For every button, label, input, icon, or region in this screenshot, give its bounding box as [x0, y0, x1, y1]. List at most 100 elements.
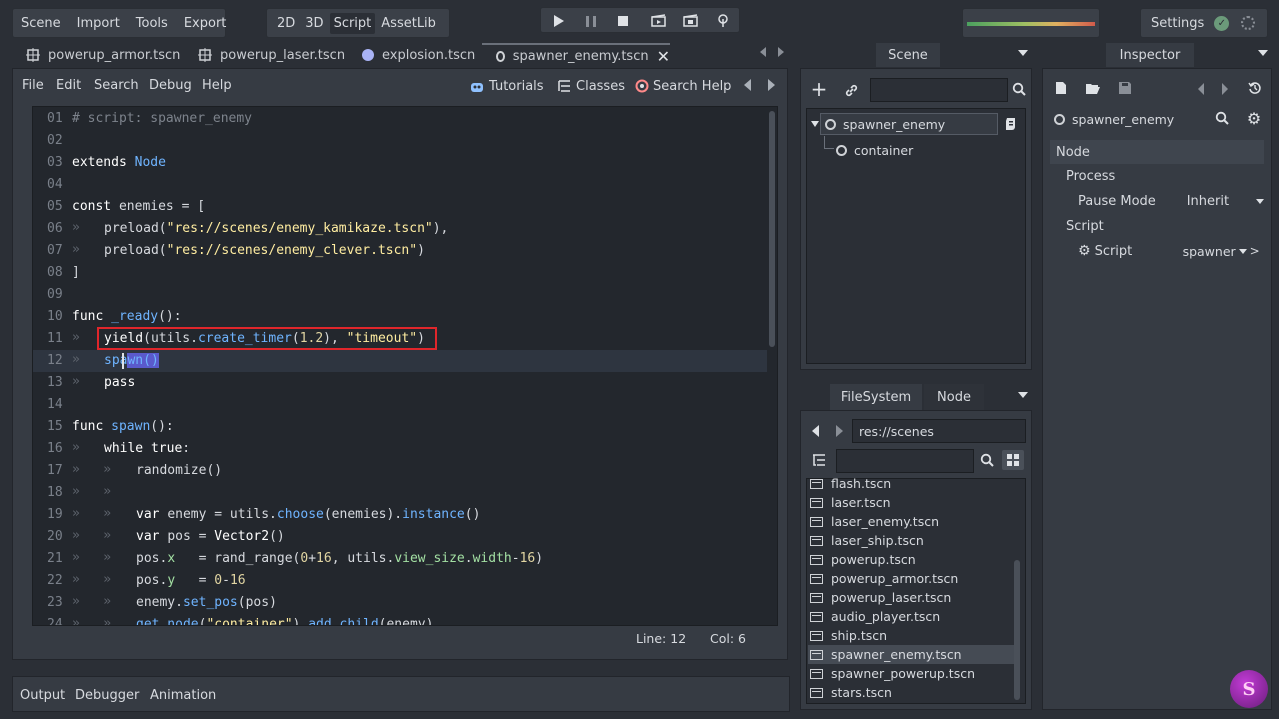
- script-menu-help[interactable]: Help: [202, 78, 232, 93]
- script-open-arrow-icon[interactable]: >: [1250, 244, 1260, 258]
- fs-file-item[interactable]: powerup.tscn: [808, 550, 1014, 569]
- history-icon[interactable]: [1248, 81, 1262, 95]
- indent-guide: »: [72, 242, 80, 257]
- spinner-icon: [1241, 16, 1256, 30]
- script-menu-file[interactable]: File: [22, 78, 44, 93]
- inspector-back-icon[interactable]: [1198, 83, 1204, 95]
- mode-3d[interactable]: 3D: [299, 16, 329, 31]
- script-menu-debug[interactable]: Debug: [149, 78, 192, 93]
- script-prev-icon[interactable]: [744, 79, 751, 91]
- fs-path-input[interactable]: res://scenes: [852, 419, 1026, 443]
- settings-button[interactable]: Settings: [1141, 16, 1210, 31]
- menu-import[interactable]: Import: [69, 16, 128, 31]
- play-scene-button[interactable]: [650, 13, 666, 28]
- grid-icon: [1007, 454, 1019, 466]
- inspector-tab[interactable]: Inspector: [1106, 43, 1194, 67]
- fs-forward-icon[interactable]: [836, 425, 843, 437]
- fs-file-item[interactable]: laser_enemy.tscn: [808, 512, 1014, 531]
- fs-tree-toggle-icon[interactable]: [812, 453, 826, 467]
- fs-file-item[interactable]: spawner_powerup.tscn: [808, 664, 1014, 683]
- scene-filter-input[interactable]: [870, 78, 1008, 102]
- inspector-group-script[interactable]: Script: [1050, 214, 1264, 238]
- fs-file-item[interactable]: powerup_laser.tscn: [808, 588, 1014, 607]
- inspector-search-icon[interactable]: [1215, 111, 1229, 125]
- fs-file-label: laser_enemy.tscn: [831, 514, 940, 529]
- indent-guide: » »: [72, 484, 112, 499]
- close-tab-icon[interactable]: ✕: [657, 47, 670, 66]
- inspector-menu-icon[interactable]: [1258, 50, 1268, 56]
- mode-2d[interactable]: 2D: [267, 16, 299, 31]
- tab-powerup-armor[interactable]: powerup_armor.tscn: [18, 43, 194, 67]
- tree-item-container[interactable]: container: [834, 140, 994, 160]
- script-menu-edit[interactable]: Edit: [56, 78, 81, 93]
- fs-file-item[interactable]: spawner_enemy.tscn: [808, 645, 1014, 664]
- play-button[interactable]: [551, 14, 567, 28]
- menu-tools[interactable]: Tools: [128, 16, 176, 31]
- fs-back-icon[interactable]: [812, 425, 819, 437]
- save-resource-button[interactable]: [1117, 80, 1132, 95]
- node-tab[interactable]: Node: [924, 384, 984, 410]
- menu-scene[interactable]: Scene: [13, 16, 69, 31]
- tree-item-label: spawner_enemy: [843, 116, 946, 132]
- deploy-button[interactable]: [715, 13, 731, 28]
- tab-explosion[interactable]: explosion.tscn: [358, 43, 478, 67]
- new-resource-button[interactable]: [1054, 80, 1068, 96]
- tutorials-button[interactable]: Tutorials: [470, 77, 544, 95]
- pause-mode-select[interactable]: Inherit: [1187, 194, 1246, 209]
- scene-dock-tab[interactable]: Scene: [876, 43, 940, 67]
- dropdown-arrow-icon[interactable]: [1256, 198, 1264, 204]
- add-node-button[interactable]: +: [810, 77, 828, 101]
- attached-script-icon[interactable]: [1004, 116, 1018, 132]
- code-scrollbar[interactable]: [769, 111, 775, 347]
- tree-collapse-icon[interactable]: [811, 121, 819, 127]
- fs-file-item[interactable]: laser.tscn: [808, 493, 1014, 512]
- fs-file-item[interactable]: laser_ship.tscn: [808, 531, 1014, 550]
- menu-export[interactable]: Export: [176, 16, 235, 31]
- fs-grid-view-button[interactable]: [1002, 450, 1024, 470]
- indent-guide: » »: [72, 506, 112, 521]
- bottom-animation-tab[interactable]: Animation: [150, 688, 216, 703]
- classes-button[interactable]: Classes: [558, 77, 625, 95]
- tree-item-spawner-enemy[interactable]: spawner_enemy: [820, 113, 998, 135]
- search-help-button[interactable]: Search Help: [635, 77, 731, 95]
- tab-scroll-left-icon[interactable]: [760, 47, 766, 57]
- filesystem-menu-icon[interactable]: [1018, 392, 1028, 398]
- pause-button[interactable]: [584, 14, 598, 28]
- inspector-group-process[interactable]: Process: [1050, 164, 1264, 188]
- script-dropdown-icon[interactable]: [1238, 248, 1247, 254]
- mode-script[interactable]: Script: [329, 12, 376, 34]
- code-line-23: enemy.set_pos(pos): [136, 595, 277, 610]
- fs-file-item[interactable]: ship.tscn: [808, 626, 1014, 645]
- instance-scene-button[interactable]: [842, 81, 860, 99]
- script-menu-search[interactable]: Search: [94, 78, 139, 93]
- mode-assetlib[interactable]: AssetLib: [375, 16, 442, 31]
- indent-guide: »: [72, 440, 80, 455]
- stop-icon: [618, 16, 628, 26]
- code-editor[interactable]: 01 02 03 04 05 06 07 08 09 10 11 12 13 14 15 16 17 18 19 20…: [32, 106, 778, 626]
- object-settings-gear-icon[interactable]: ⚙: [1246, 109, 1262, 128]
- fs-file-item[interactable]: flash.tscn: [808, 474, 1014, 493]
- inspector-forward-icon[interactable]: [1222, 83, 1228, 95]
- scene-dock-menu-icon[interactable]: [1018, 50, 1028, 56]
- inspector-section-node[interactable]: Node: [1050, 140, 1264, 164]
- fs-scrollbar[interactable]: [1014, 560, 1020, 700]
- filesystem-tab[interactable]: FileSystem: [830, 384, 922, 410]
- bottom-output-tab[interactable]: Output: [20, 688, 65, 703]
- script-next-icon[interactable]: [768, 79, 775, 91]
- tab-powerup-laser[interactable]: powerup_laser.tscn: [192, 43, 356, 67]
- code-line-07: preload("res://scenes/enemy_clever.tscn"…: [104, 243, 425, 258]
- fs-file-item[interactable]: powerup_armor.tscn: [808, 569, 1014, 588]
- bottom-debugger-tab[interactable]: Debugger: [75, 688, 139, 703]
- stop-button[interactable]: [616, 14, 630, 28]
- play-custom-scene-button[interactable]: [682, 13, 698, 28]
- fs-filter-input[interactable]: [836, 449, 974, 473]
- tab-scroll-right-icon[interactable]: [778, 47, 784, 57]
- status-line: Line: 12: [636, 631, 687, 646]
- fs-file-item[interactable]: stars.tscn: [808, 683, 1014, 702]
- channel-logo: S: [1230, 670, 1268, 708]
- fs-file-item[interactable]: audio_player.tscn: [808, 607, 1014, 626]
- script-value[interactable]: spawner: [1183, 244, 1236, 259]
- tab-spawner-enemy[interactable]: spawner_enemy.tscn ✕: [482, 43, 670, 67]
- open-resource-button[interactable]: [1085, 80, 1101, 96]
- link-icon: [845, 84, 857, 96]
